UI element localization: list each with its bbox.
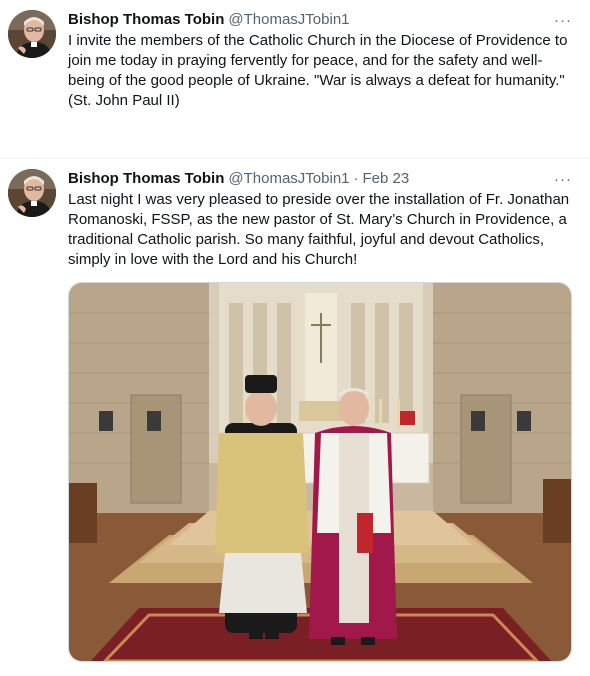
tweet-header: Bishop Thomas Tobin @ThomasJTobin1 (68, 10, 574, 30)
bishop-avatar-icon (8, 10, 56, 58)
more-options-icon[interactable]: ··· (552, 10, 574, 30)
author-avatar[interactable] (8, 10, 56, 58)
bishop-avatar-icon (8, 169, 56, 217)
author-name[interactable]: Bishop Thomas Tobin (68, 10, 224, 30)
more-options-icon[interactable]: ··· (552, 169, 574, 189)
church-installation-photo (69, 283, 571, 661)
author-name[interactable]: Bishop Thomas Tobin (68, 169, 224, 189)
author-handle[interactable]: @ThomasJTobin1 (228, 169, 349, 189)
separator-dot: · (353, 170, 359, 187)
author-handle[interactable]: @ThomasJTobin1 (228, 10, 349, 30)
author-avatar[interactable] (8, 169, 56, 217)
tweet[interactable]: Bishop Thomas Tobin @ThomasJTobin1 ··· I… (0, 0, 590, 158)
tweet[interactable]: Bishop Thomas Tobin @ThomasJTobin1 · Feb… (0, 158, 590, 674)
tweet-text: I invite the members of the Catholic Chu… (68, 32, 572, 109)
tweet-timestamp[interactable]: Feb 23 (363, 169, 410, 189)
tweet-photo[interactable] (68, 282, 572, 662)
tweet-header: Bishop Thomas Tobin @ThomasJTobin1 · Feb… (68, 169, 574, 189)
tweet-text: Last night I was very pleased to preside… (68, 191, 574, 268)
